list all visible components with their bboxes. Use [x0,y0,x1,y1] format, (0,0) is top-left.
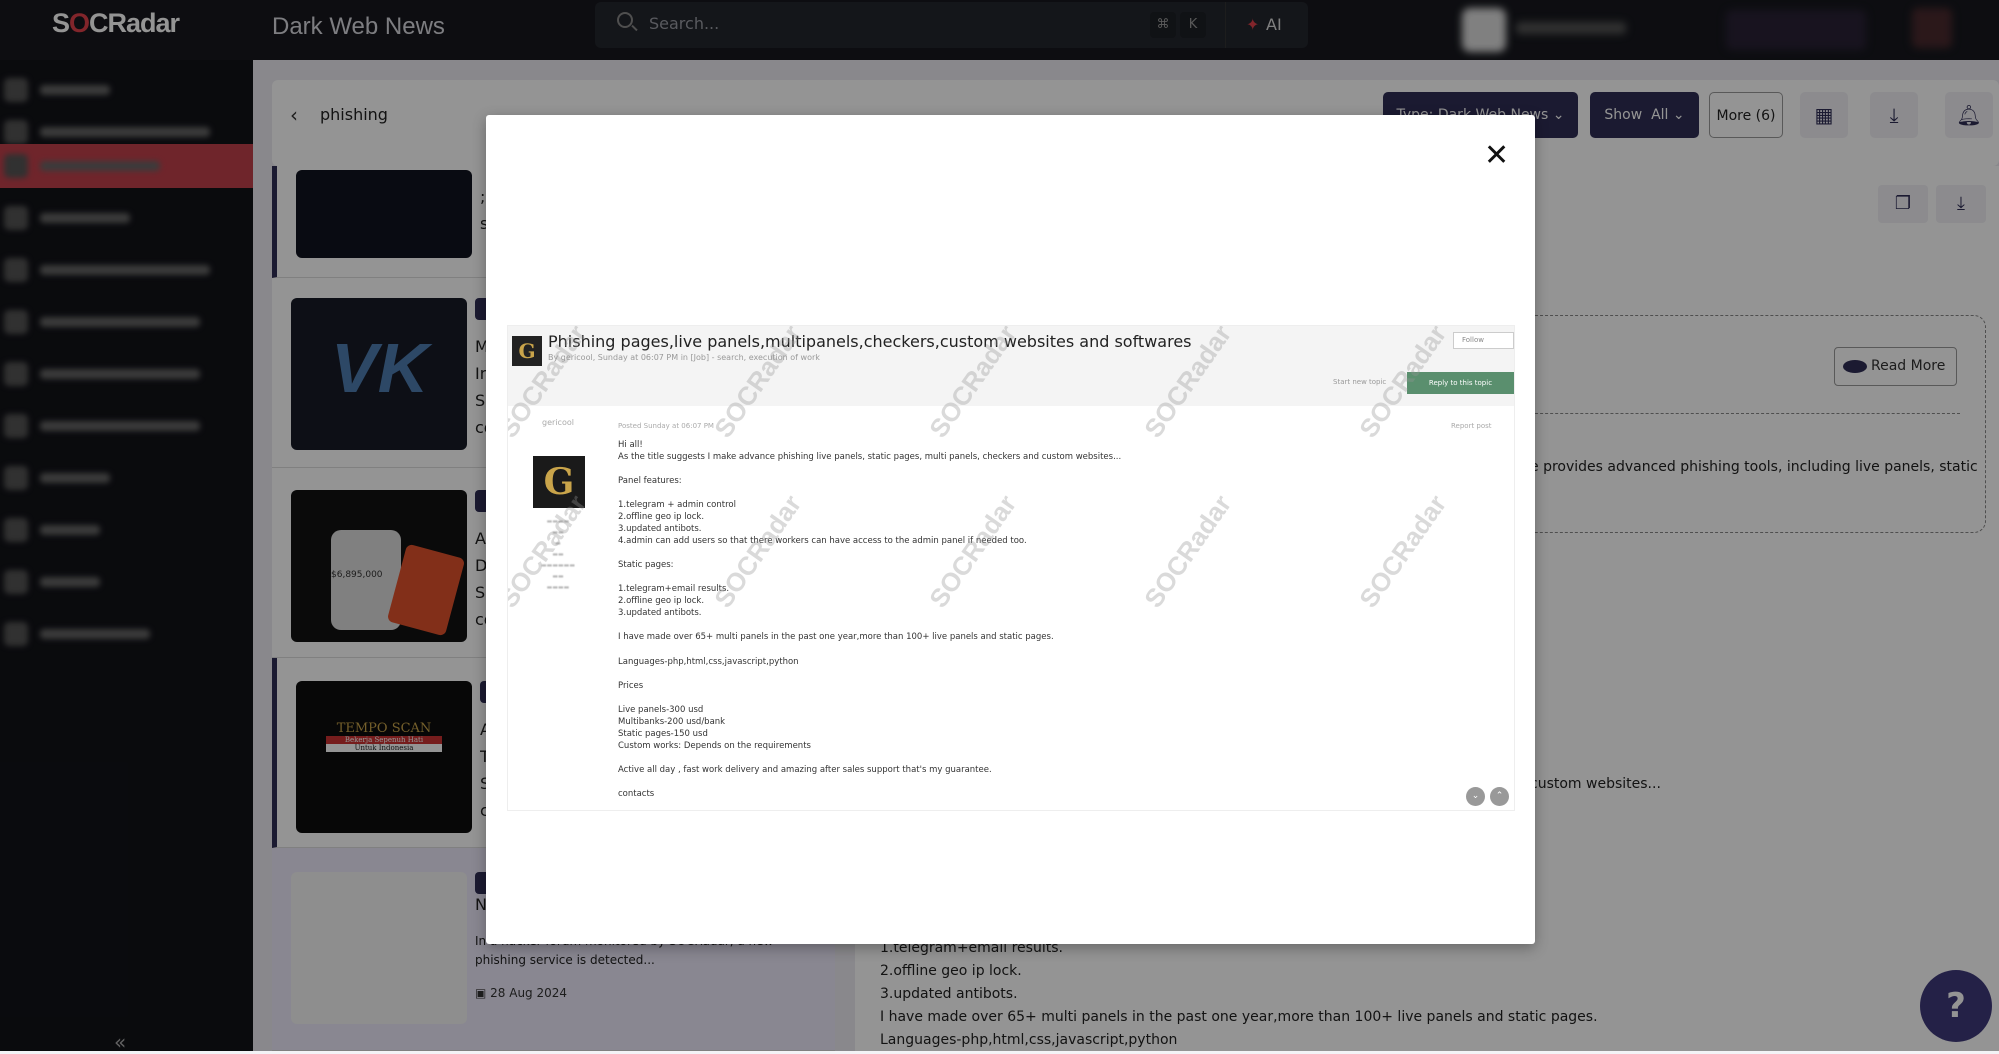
report-post: Report post [1451,422,1492,430]
post-paragraph: Languages-php,html,css,javascript,python [618,657,1418,669]
post-line: Panel features: [618,476,682,487]
posted-time: Posted Sunday at 06:07 PM [618,422,714,430]
forum-post-screenshot: G Phishing pages,live panels,multipanels… [507,325,1515,811]
post-line: Hi all! [618,440,643,450]
post-line: Custom works: Depends on the requirement… [618,740,811,751]
start-new-topic-link: Start new topic [1333,378,1387,386]
post-line: 4.admin can add users so that there work… [618,535,1027,546]
post-paragraph: Hi all! As the title suggests I make adva… [618,440,1418,464]
close-icon[interactable]: ✕ [1484,138,1509,173]
post-line: contacts [618,789,655,800]
post-line: Prices [618,680,644,691]
post-line: Multibanks-200 usd/bank [618,716,726,727]
post-paragraph: Prices [618,681,1418,693]
post-line: 3.updated antibots. [618,607,702,618]
scroll-down-icon: ⌄ [1466,787,1485,806]
post-line: Live panels-300 usd [618,705,704,716]
post-paragraph: Live panels-300 usd Multibanks-200 usd/ba… [618,705,1418,752]
follow-button: Follow [1453,332,1514,349]
post-title: Phishing pages,live panels,multipanels,c… [548,332,1192,351]
post-line: Static pages-150 usd [618,728,708,739]
post-line: Languages-php,html,css,javascript,python [618,656,799,667]
post-line: As the title suggests I make advance phi… [618,451,1122,462]
post-paragraph: I have made over 65+ multi panels in the… [618,632,1418,644]
post-line: 3.updated antibots. [618,523,702,534]
post-paragraph: Active all day , fast work delivery and … [618,765,1418,777]
post-line: Active all day , fast work delivery and … [618,764,992,775]
post-paragraph: contacts [618,789,1418,801]
post-paragraph: Panel features: [618,476,1418,488]
post-line: I have made over 65+ multi panels in the… [618,632,1054,643]
post-body: Hi all! As the title suggests I make adva… [618,440,1418,810]
scroll-up-icon: ⌃ [1490,787,1509,806]
